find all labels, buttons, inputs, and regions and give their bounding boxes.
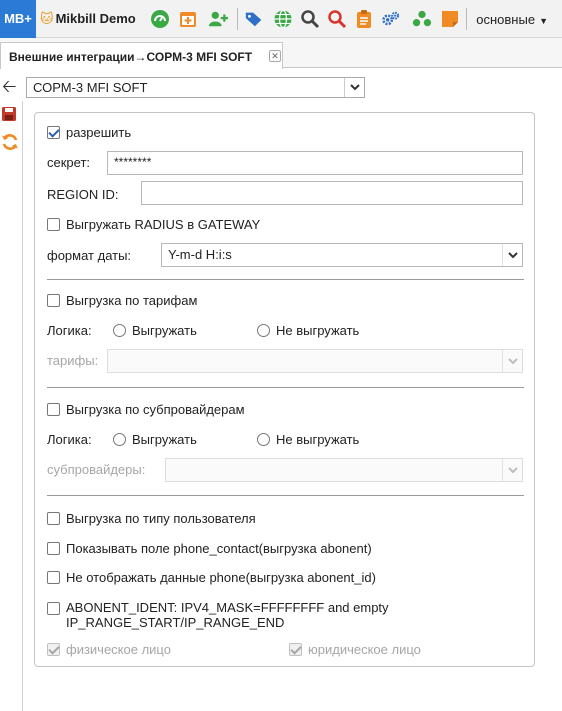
- abonent-ident-label: ABONENT_IDENT: IPV4_MASK=FFFFFFFF and em…: [66, 600, 389, 630]
- tariffs-export-label: Выгрузка по тарифам: [66, 293, 198, 308]
- region-id-label: REGION ID:: [47, 187, 119, 202]
- tab-label: Внешние интеграции→СОРМ-3 MFI SOFT: [9, 50, 253, 64]
- section-divider: [47, 387, 524, 388]
- tariffs-export-radio[interactable]: [113, 324, 126, 337]
- individual-label: физическое лицо: [66, 642, 171, 657]
- tariffs-no-export-radio-label: Не выгружать: [276, 323, 360, 338]
- subproviders-logic-label: Логика:: [47, 432, 92, 447]
- chevron-down-icon: [502, 350, 522, 372]
- date-format-label-row: формат даты:: [47, 248, 131, 263]
- enable-row: разрешить: [47, 125, 131, 140]
- back-arrow-icon[interactable]: 🡠: [2, 76, 17, 96]
- tab-sorm-integration[interactable]: Внешние интеграции→СОРМ-3 MFI SOFT ✕: [0, 42, 283, 69]
- module-select[interactable]: СОРМ-3 MFI SOFT: [26, 77, 365, 98]
- mode-dropdown[interactable]: основные ▼: [476, 12, 548, 27]
- chevron-down-icon: [344, 78, 364, 97]
- legal-checkbox[interactable]: [289, 643, 302, 656]
- subproviders-select-label-row: субпровайдеры:: [47, 462, 145, 477]
- date-format-value: Y-m-d H:i:s: [168, 247, 232, 262]
- secret-label: секрет:: [47, 155, 91, 170]
- chevron-down-icon: [502, 244, 522, 266]
- add-user-icon[interactable]: [208, 9, 228, 29]
- region-label-row: REGION ID:: [47, 187, 119, 202]
- enable-checkbox[interactable]: [47, 126, 60, 139]
- brand-name: Mikbill Demo: [55, 11, 136, 26]
- legal-row: юридическое лицо: [289, 642, 421, 657]
- note-icon[interactable]: [440, 9, 460, 29]
- mode-dropdown-value: основные: [476, 12, 536, 27]
- subproviders-export-label: Выгрузка по субпровайдерам: [66, 402, 245, 417]
- tariffs-logic-row: Логика: Выгружать Не выгружать: [47, 323, 359, 338]
- phone-contact-row: Показывать поле phone_contact(выгрузка a…: [47, 541, 372, 556]
- secret-input[interactable]: ********: [107, 151, 523, 175]
- user-type-label: Выгрузка по типу пользователя: [66, 511, 256, 526]
- clipboard-icon[interactable]: [354, 9, 374, 29]
- phone-contact-checkbox[interactable]: [47, 542, 60, 555]
- user-type-row: Выгрузка по типу пользователя: [47, 511, 256, 526]
- cat-icon: 🐱: [40, 11, 54, 26]
- subproviders-logic-row: Логика: Выгружать Не выгружать: [47, 432, 359, 447]
- date-format-label: формат даты:: [47, 248, 132, 263]
- hide-phone-checkbox[interactable]: [47, 571, 60, 584]
- close-icon[interactable]: ✕: [269, 50, 281, 62]
- chevron-down-icon: [502, 459, 522, 481]
- subproviders-toggle-row: Выгрузка по субпровайдерам: [47, 402, 245, 417]
- toolbar-separator: [466, 8, 467, 30]
- secret-label-row: секрет:: [47, 155, 90, 170]
- legal-label: юридическое лицо: [308, 642, 421, 657]
- tariffs-toggle-row: Выгрузка по тарифам: [47, 293, 197, 308]
- tariffs-logic-label: Логика:: [47, 323, 92, 338]
- network-icon[interactable]: [412, 9, 432, 29]
- calendar-add-icon[interactable]: [178, 9, 198, 29]
- radius-gateway-checkbox[interactable]: [47, 218, 60, 231]
- subproviders-export-checkbox[interactable]: [47, 403, 60, 416]
- subproviders-select-label: субпровайдеры:: [47, 462, 146, 477]
- settings-panel: разрешить секрет: ******** REGION ID: Вы…: [34, 112, 535, 667]
- individual-checkbox[interactable]: [47, 643, 60, 656]
- subproviders-export-radio[interactable]: [113, 433, 126, 446]
- subproviders-no-export-radio[interactable]: [257, 433, 270, 446]
- date-format-select[interactable]: Y-m-d H:i:s: [161, 243, 523, 267]
- tariffs-export-radio-label: Выгружать: [132, 323, 197, 338]
- abonent-ident-checkbox[interactable]: [47, 602, 60, 615]
- user-type-checkbox[interactable]: [47, 512, 60, 525]
- section-divider: [47, 279, 524, 280]
- left-divider: [22, 101, 23, 711]
- tab-bar: Внешние интеграции→СОРМ-3 MFI SOFT ✕: [0, 38, 562, 69]
- search-icon[interactable]: [300, 9, 320, 29]
- region-id-input[interactable]: [141, 181, 523, 205]
- module-select-value: СОРМ-3 MFI SOFT: [33, 80, 148, 95]
- phone-contact-label: Показывать поле phone_contact(выгрузка a…: [66, 541, 372, 556]
- subproviders-no-export-radio-label: Не выгружать: [276, 432, 360, 447]
- tariffs-select-label: тарифы:: [47, 353, 99, 368]
- abonent-ident-label-line1: ABONENT_IDENT: IPV4_MASK=FFFFFFFF and em…: [66, 600, 389, 615]
- hide-phone-row: Не отображать данные phone(выгрузка abon…: [47, 570, 376, 585]
- tags-icon[interactable]: [244, 9, 264, 29]
- section-divider: [47, 495, 524, 496]
- search-red-icon[interactable]: [327, 9, 347, 29]
- caret-down-icon: ▼: [539, 16, 548, 26]
- abonent-ident-row: ABONENT_IDENT: IPV4_MASK=FFFFFFFF and em…: [47, 600, 389, 630]
- subproviders-export-radio-label: Выгружать: [132, 432, 197, 447]
- subproviders-select[interactable]: [165, 458, 523, 482]
- save-icon[interactable]: [1, 106, 17, 125]
- refresh-icon[interactable]: [1, 133, 19, 154]
- tariffs-select[interactable]: [107, 349, 523, 373]
- globe-icon[interactable]: [273, 9, 293, 29]
- abonent-ident-label-line2: IP_RANGE_START/IP_RANGE_END: [66, 615, 285, 630]
- dashboard-icon[interactable]: [150, 9, 170, 29]
- radius-gateway-label: Выгружать RADIUS в GATEWAY: [66, 217, 261, 232]
- individual-row: физическое лицо: [47, 642, 171, 657]
- tariffs-select-label-row: тарифы:: [47, 353, 98, 368]
- brand-link[interactable]: 🐱 Mikbill Demo: [40, 11, 136, 27]
- top-toolbar: MB+ 🐱 Mikbill Demo основные ▼: [0, 0, 562, 38]
- hide-phone-label: Не отображать данные phone(выгрузка abon…: [66, 570, 376, 585]
- app-logo[interactable]: MB+: [0, 0, 36, 38]
- tariffs-no-export-radio[interactable]: [257, 324, 270, 337]
- tariffs-export-checkbox[interactable]: [47, 294, 60, 307]
- enable-label: разрешить: [66, 125, 132, 140]
- radius-gateway-row: Выгружать RADIUS в GATEWAY: [47, 217, 260, 232]
- toolbar-separator: [237, 8, 238, 30]
- settings-icon[interactable]: [381, 9, 401, 29]
